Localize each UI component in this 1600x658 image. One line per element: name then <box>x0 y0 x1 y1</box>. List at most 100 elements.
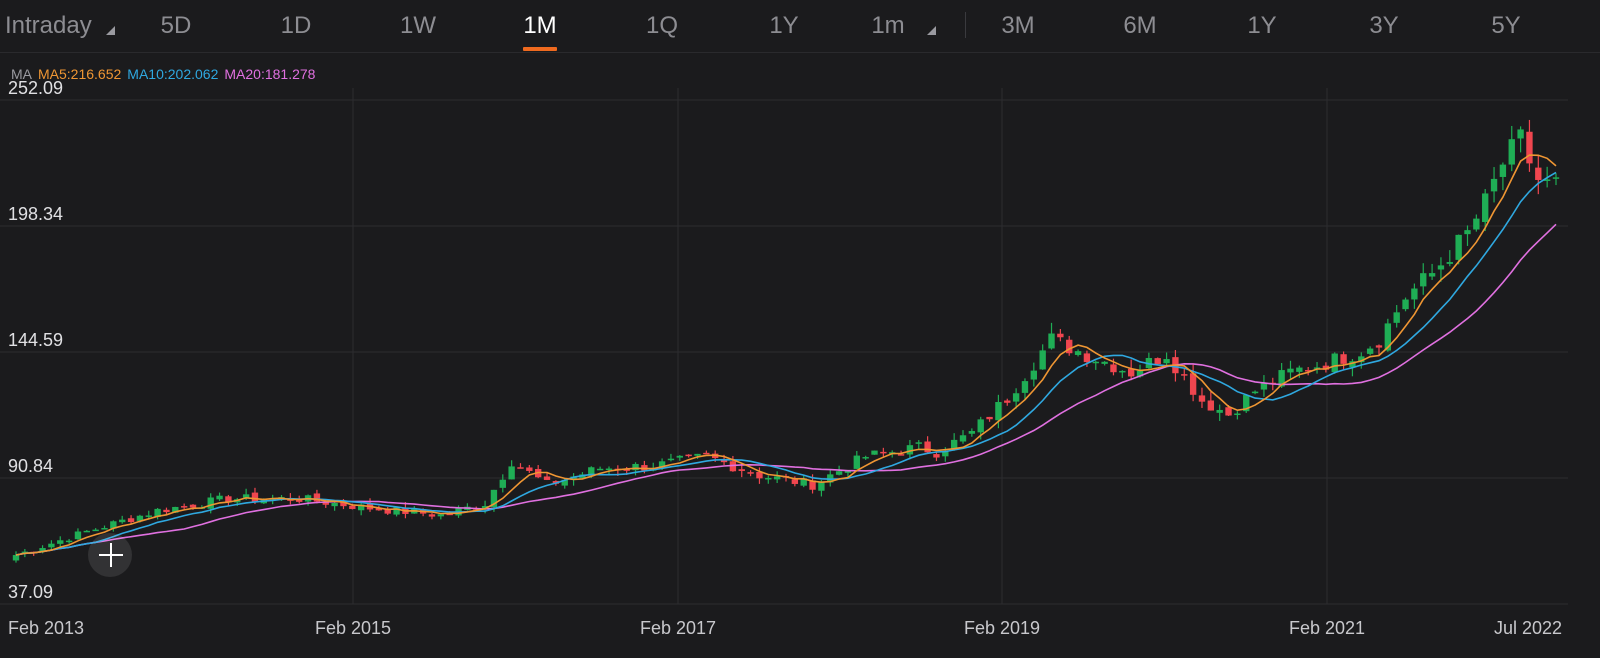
y-tick-label: 90.84 <box>8 456 53 476</box>
chart-grid <box>0 88 1568 605</box>
candle-body <box>915 442 922 444</box>
candle-body <box>1198 395 1206 402</box>
candle-body <box>720 460 728 463</box>
x-tick-label: Feb 2021 <box>1289 618 1365 638</box>
candle-body <box>65 540 73 543</box>
candle-body <box>1464 230 1471 235</box>
candle-body <box>1163 359 1170 364</box>
candle-body <box>1446 262 1453 264</box>
candle-body <box>163 509 170 513</box>
candle-body <box>1508 139 1515 165</box>
candle-body <box>189 504 197 508</box>
y-tick-label: 198.34 <box>8 204 63 224</box>
candle-body <box>1189 373 1197 395</box>
x-tick-label: Feb 2019 <box>964 618 1040 638</box>
candle-body <box>703 452 710 455</box>
ma20-line <box>15 223 1557 556</box>
candle-body <box>738 469 745 471</box>
candle-body <box>1287 368 1294 373</box>
candle-body <box>1420 273 1427 287</box>
candle-body <box>1552 177 1560 179</box>
candle-body <box>1234 413 1241 416</box>
candle-body <box>605 468 613 471</box>
candle-body <box>1127 368 1135 377</box>
candle-body <box>1411 288 1418 300</box>
candle-body <box>1119 370 1126 373</box>
candlestick-chart[interactable]: 252.09198.34144.5990.8437.09 Feb 2013 Feb… <box>0 0 1600 658</box>
candle-body <box>1048 333 1055 349</box>
candle-body <box>871 450 878 455</box>
candle-body <box>959 435 967 442</box>
candle-body <box>685 454 692 457</box>
candle-body <box>1181 374 1188 376</box>
y-tick-label: 144.59 <box>8 330 63 350</box>
candle-body <box>933 454 940 458</box>
candle-body <box>1340 354 1347 364</box>
candle-body <box>101 528 108 530</box>
candle-body <box>180 506 188 508</box>
candle-body <box>428 514 436 517</box>
candle-body <box>119 519 126 523</box>
candle-body <box>1074 351 1082 355</box>
candle-body <box>1490 178 1498 192</box>
candle-body <box>1331 353 1338 373</box>
candle-body <box>83 530 90 533</box>
candle-body <box>1482 193 1489 223</box>
candle-body <box>1366 348 1374 354</box>
candle-body <box>499 479 506 488</box>
candle-body <box>526 467 533 471</box>
candle-body <box>508 466 515 480</box>
candle-body <box>1057 333 1064 338</box>
candle-body <box>251 492 259 502</box>
candle-body <box>791 479 799 484</box>
candle-body <box>1030 370 1038 380</box>
candle-body <box>1039 350 1046 370</box>
candle-body <box>880 451 887 454</box>
candle-body <box>1428 273 1436 277</box>
y-axis-labels: 252.09 198.34 144.59 90.84 37.09 <box>8 78 63 602</box>
candle-body <box>676 455 683 458</box>
candle-body <box>1021 381 1029 393</box>
candle-body <box>1526 131 1533 164</box>
candle-body <box>1101 361 1108 364</box>
candle-body <box>1499 164 1507 177</box>
candle-body <box>747 472 754 474</box>
candle-body <box>437 514 445 517</box>
candle-body <box>1216 409 1223 413</box>
candle-body <box>74 531 82 540</box>
candle-body <box>897 454 905 456</box>
candle-body <box>543 476 551 480</box>
candle-body <box>1296 367 1303 372</box>
candle-body <box>977 419 984 433</box>
x-tick-label: Feb 2017 <box>640 618 716 638</box>
candle-body <box>1092 361 1099 364</box>
candle-body <box>207 497 214 509</box>
candle-body <box>1207 400 1215 411</box>
x-axis-labels: Feb 2013 Feb 2015 Feb 2017 Feb 2019 Feb 2021… <box>8 618 1562 638</box>
candle-body <box>57 540 64 544</box>
candle-body <box>1154 358 1161 365</box>
candle-body <box>853 455 860 469</box>
candle-body <box>773 476 781 480</box>
candle-body <box>1517 129 1524 139</box>
candle-body <box>1473 218 1480 230</box>
crosshair-vertical <box>110 543 112 567</box>
candle-body <box>331 502 338 507</box>
candle-body <box>835 471 843 475</box>
candle-body <box>1535 167 1542 180</box>
candle-body <box>862 457 869 459</box>
candle-body <box>216 495 223 500</box>
candle-body <box>145 515 152 517</box>
y-tick-label: 252.09 <box>8 78 63 98</box>
candle-body <box>986 416 993 420</box>
candle-body <box>1004 400 1011 403</box>
candle-body <box>127 518 135 523</box>
candle-body <box>1393 312 1400 323</box>
x-tick-label: Jul 2022 <box>1494 618 1562 638</box>
x-tick-label: Feb 2013 <box>8 618 84 638</box>
candle-body <box>1455 234 1462 260</box>
candle-body <box>393 506 400 515</box>
candle-body <box>48 543 55 548</box>
candle-body <box>349 505 356 509</box>
candle-body <box>596 468 604 471</box>
